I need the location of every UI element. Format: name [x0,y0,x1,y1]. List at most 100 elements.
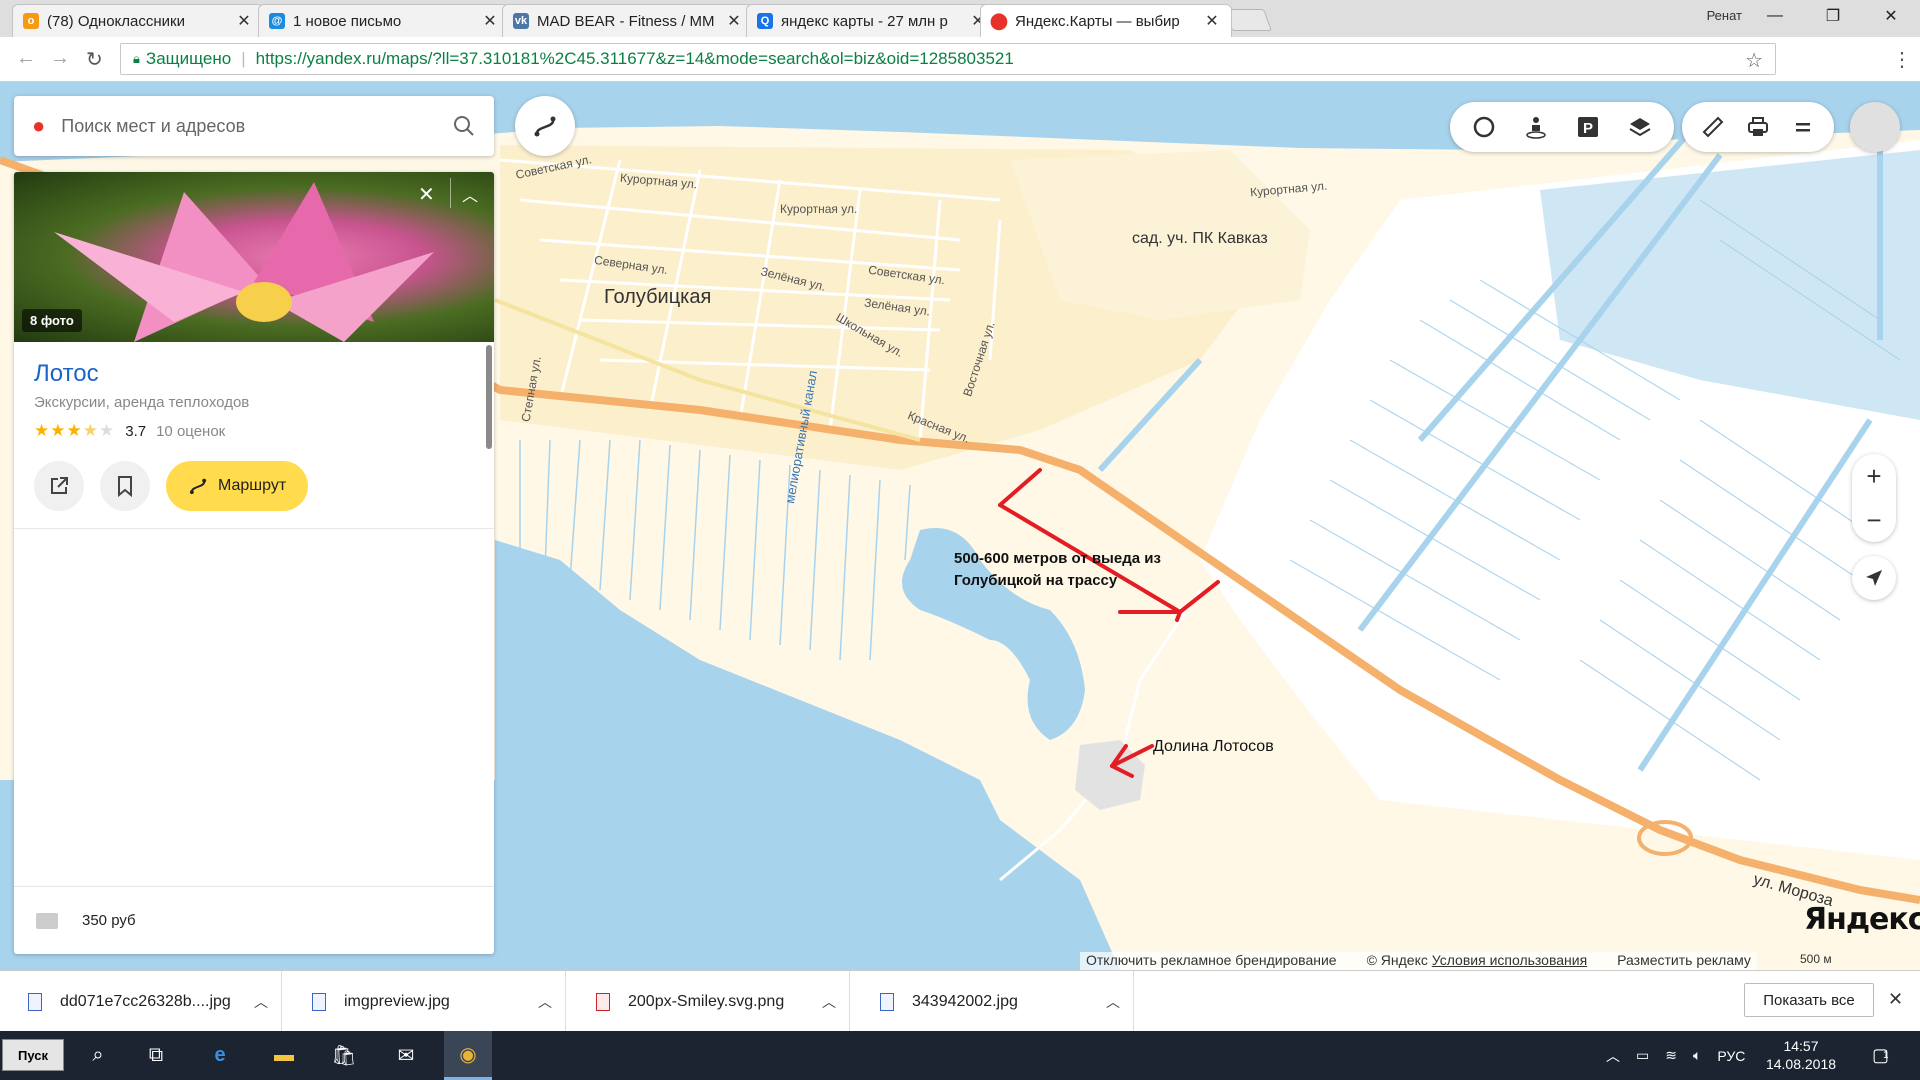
search-bar[interactable]: ● Поиск мест и адресов [14,96,494,156]
parking-icon[interactable]: P [1573,112,1603,142]
chevron-up-icon[interactable]: ︿ [1606,1046,1620,1066]
route-icon [189,478,207,495]
image-file-icon [596,992,610,1011]
wifi-icon[interactable]: ≋ [1665,1047,1677,1064]
tab-close-icon[interactable]: ✕ [235,11,253,31]
scale-ruler: 500 м [1800,952,1832,966]
download-item[interactable]: 200px-Smiley.svg.png ︿ [568,971,850,1032]
ok-icon: о [23,13,39,29]
tab-yandex-search[interactable]: Q яндекс карты - 27 млн р ✕ [746,4,998,37]
place-category: Экскурсии, аренда теплоходов [34,394,250,411]
profile-name[interactable]: Ренат [1707,8,1742,23]
secure-label: Защищено [145,49,232,68]
zoom-out-button[interactable]: − [1852,498,1896,542]
share-button[interactable] [34,461,84,511]
yandex-maps-pin-icon: ⬤ [990,13,1008,30]
tab-odnoklassniki[interactable]: о (78) Одноклассники ✕ [12,4,264,37]
maximize-icon[interactable]: ❐ [1808,0,1858,32]
chevron-up-icon[interactable]: ︿ [462,182,478,206]
place-rating[interactable]: ★★★★★ 3.7 10 оценок [34,421,474,441]
chrome-icon[interactable]: ◉ [444,1031,492,1080]
vk-icon: vk [513,13,529,29]
yandex-logo: Яндекс [1804,902,1920,937]
search-icon[interactable] [452,114,476,138]
divider [14,528,494,529]
divider [450,178,451,208]
windows-taskbar: Пуск ⌕ ⧉ e ▬ 🛍︎ ✉ ◉ ︿ ▭ ≋ 🔈︎ РУС 14:57 1… [0,1031,1920,1080]
task-view-icon[interactable]: ⧉ [132,1031,180,1080]
photos-count-badge[interactable]: 8 фото [22,309,82,332]
close-icon[interactable]: ✕ [1888,989,1903,1010]
route-button[interactable]: Маршрут [166,461,309,511]
tab-close-icon[interactable]: ✕ [481,11,499,31]
minimize-icon[interactable]: — [1750,0,1800,32]
notifications-icon[interactable]: ▢ 1 [1872,1031,1889,1080]
browser-toolbar: ← → ↻ 🔒︎ Защищено | https://yandex.ru/ma… [0,37,1920,82]
route-label: Маршрут [218,477,287,494]
language-indicator[interactable]: РУС [1717,1048,1745,1064]
edge-icon[interactable]: e [196,1031,244,1080]
map-pin-icon: ● [32,113,46,138]
traffic-icon[interactable] [1469,112,1499,142]
print-icon[interactable] [1743,112,1773,142]
card-body: Лотос Экскурсии, аренда теплоходов ★★★★★… [14,342,494,511]
search-input[interactable]: Поиск мест и адресов [61,116,452,137]
mail-ru-icon: @ [269,13,285,29]
address-bar[interactable]: 🔒︎ Защищено | https://yandex.ru/maps/?ll… [120,43,1776,75]
back-arrow-icon[interactable]: ← [16,47,36,70]
panorama-person-icon[interactable] [1521,112,1551,142]
place-photo[interactable]: 8 фото ✕ ︿ [14,172,494,342]
chevron-up-icon[interactable]: ︿ [241,992,281,1012]
window-close-icon[interactable]: ✕ [1866,0,1916,32]
reload-icon[interactable]: ↻ [86,47,103,72]
volume-icon[interactable]: 🔈︎ [1693,1047,1701,1064]
chevron-up-icon[interactable]: ︿ [1093,992,1133,1012]
chevron-up-icon[interactable]: ︿ [525,992,565,1012]
place-ad-link[interactable]: Разместить рекламу [1617,952,1751,970]
chevron-up-icon[interactable]: ︿ [809,992,849,1012]
street-label: Курортная ул. [780,202,858,216]
place-card: 8 фото ✕ ︿ Лотос Экскурсии, аренда тепло… [14,172,494,954]
download-item[interactable]: dd071e7cc26328b....jpg ︿ [0,971,282,1032]
url-text[interactable]: https://yandex.ru/maps/?ll=37.310181%2C4… [256,49,1014,69]
bookmark-star-icon[interactable]: ☆ [1745,48,1763,73]
start-button[interactable]: Пуск [2,1039,64,1071]
user-avatar[interactable] [1850,102,1900,152]
layers-icon[interactable] [1625,112,1655,142]
terms-link[interactable]: Условия использования [1432,952,1587,968]
card-actions: Маршрут [34,461,474,511]
card-scrollbar[interactable] [486,345,492,449]
downloads-shelf: dd071e7cc26328b....jpg ︿ imgpreview.jpg … [0,970,1920,1032]
village-label: Голубицкая [604,286,712,308]
tab-yandex-maps[interactable]: ⬤ Яндекс.Карты — выбир ✕ [980,4,1232,37]
chrome-menu-icon[interactable]: ⋮ [1892,47,1912,72]
zoom-control: + − [1852,454,1896,542]
bookmark-button[interactable] [100,461,150,511]
tab-vk[interactable]: vk MAD BEAR - Fitness / MM ✕ [502,4,754,37]
tab-close-icon[interactable]: ✕ [725,11,743,31]
lock-icon: 🔒︎ [133,51,140,66]
download-item[interactable]: imgpreview.jpg ︿ [284,971,566,1032]
separator: | [241,49,246,68]
mail-icon[interactable]: ✉ [382,1031,430,1080]
store-icon[interactable]: 🛍︎ [320,1031,368,1080]
battery-icon[interactable]: ▭ [1636,1047,1649,1064]
zoom-in-button[interactable]: + [1852,454,1896,498]
menu-icon[interactable] [1788,112,1818,142]
file-explorer-icon[interactable]: ▬ [260,1031,308,1080]
geolocation-button[interactable] [1852,556,1896,600]
download-item[interactable]: 343942002.jpg ︿ [852,971,1134,1032]
place-title[interactable]: Лотос [34,360,474,388]
ruler-icon[interactable] [1698,112,1728,142]
show-all-downloads-button[interactable]: Показать все [1744,983,1874,1017]
clock[interactable]: 14:57 14.08.2018 [1746,1037,1856,1073]
ads-off-link[interactable]: Отключить рекламное брендирование [1086,952,1337,970]
forward-arrow-icon[interactable]: → [50,47,70,70]
tab-mail[interactable]: @ 1 новое письмо ✕ [258,4,510,37]
svg-text:P: P [1583,120,1593,137]
routes-button[interactable] [515,96,575,156]
tab-close-icon[interactable]: ✕ [1203,11,1221,31]
reviews-count: 10 оценок [156,422,226,440]
search-icon[interactable]: ⌕ [74,1031,122,1080]
close-icon[interactable]: ✕ [418,182,435,207]
